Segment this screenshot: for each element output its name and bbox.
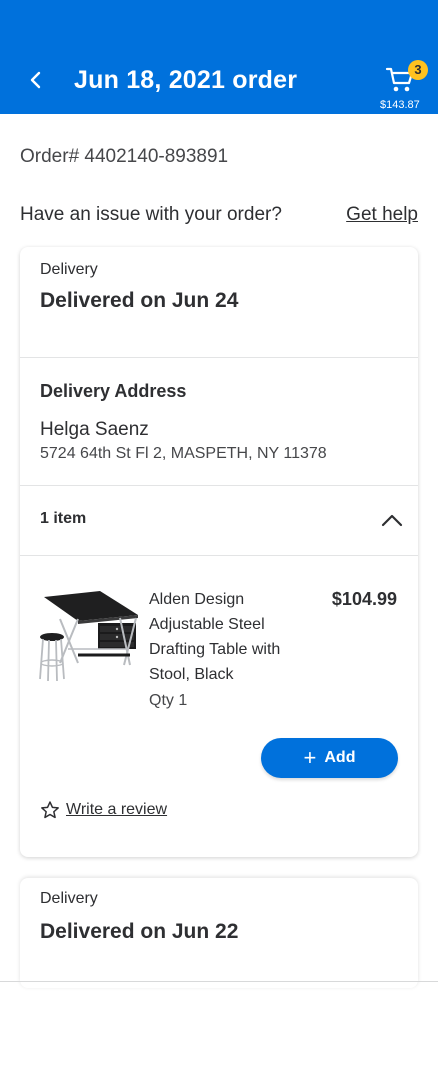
- back-button[interactable]: [20, 64, 52, 96]
- items-count-label: 1 item: [40, 510, 87, 527]
- get-help-link[interactable]: Get help: [346, 204, 418, 226]
- plus-icon: +: [303, 745, 317, 770]
- issue-prompt: Have an issue with your order?: [20, 204, 282, 225]
- product-price: $104.99: [331, 589, 397, 609]
- write-review-label: Write a review: [66, 801, 168, 818]
- address-title: Delivery Address: [40, 381, 187, 401]
- write-review-link[interactable]: Write a review: [40, 800, 167, 820]
- address-name: Helga Saenz: [40, 419, 149, 440]
- shipment-card: Delivery Delivered on Jun 24 Delivery Ad…: [20, 247, 418, 857]
- add-button-label: Add: [324, 749, 356, 766]
- app-header: Jun 18, 2021 order 3 $143.87: [0, 0, 438, 114]
- cart-button[interactable]: 3 $143.87: [380, 58, 428, 112]
- delivery-type-label: Delivery: [40, 890, 98, 907]
- delivery-type-label: Delivery: [40, 261, 98, 278]
- order-number: Order# 4402140-893891: [20, 146, 229, 167]
- cart-total: $143.87: [380, 99, 420, 111]
- product-quantity: Qty 1: [149, 692, 188, 709]
- star-outline-icon: [41, 801, 59, 819]
- divider: [20, 357, 418, 358]
- cart-count-badge: 3: [408, 60, 428, 80]
- product-image[interactable]: [38, 585, 142, 685]
- address-line: 5724 64th St Fl 2, MASPETH, NY 11378: [40, 445, 327, 462]
- chevron-up-icon: [381, 514, 403, 527]
- add-to-cart-button[interactable]: + Add: [261, 738, 398, 778]
- delivery-status: Delivered on Jun 22: [40, 920, 239, 943]
- items-toggle[interactable]: 1 item: [20, 486, 418, 556]
- bottom-divider: [0, 981, 438, 982]
- shipment-card: Delivery Delivered on Jun 22: [20, 878, 418, 988]
- page-title: Jun 18, 2021 order: [74, 66, 298, 94]
- delivery-status: Delivered on Jun 24: [40, 289, 239, 312]
- divider: [20, 555, 418, 556]
- chevron-left-icon: [30, 71, 41, 89]
- product-name[interactable]: Alden Design Adjustable Steel Drafting T…: [149, 587, 309, 687]
